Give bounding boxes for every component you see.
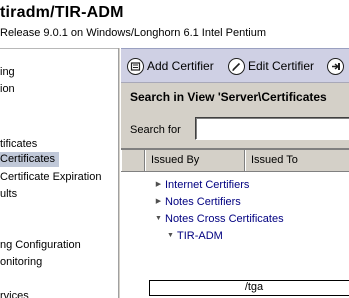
nav-item-2[interactable]: ion (0, 82, 19, 97)
tree-row-tir-adm[interactable]: ▼ TIR-ADM (165, 228, 223, 244)
tree-row-notes-cross-certificates[interactable]: ▼ Notes Cross Certificates (153, 211, 284, 227)
column-header-row: Issued By Issued To (121, 150, 349, 172)
arrow-right-icon (327, 57, 344, 75)
tree-row-notes-certifiers[interactable]: ▶ Notes Certifiers (153, 194, 241, 210)
main-panel: Add Certifier Edit Certifier Search in V… (121, 48, 349, 298)
search-input[interactable] (195, 117, 349, 140)
nav-item-8[interactable]: onitoring (0, 255, 46, 270)
edit-certifier-button[interactable]: Edit Certifier (228, 55, 314, 77)
tree-row-label: Internet Certifiers (165, 179, 250, 191)
navigation-panel: ing ion tificates Certificates Certifica… (0, 48, 118, 298)
search-row: Search for (121, 112, 349, 148)
view-header: Search in View 'Server\Certificates (121, 84, 349, 112)
column-header-spacer (121, 150, 145, 171)
add-certifier-button[interactable]: Add Certifier (127, 55, 214, 77)
collapse-arrow-icon[interactable]: ▼ (165, 228, 176, 244)
add-certifier-icon (127, 57, 144, 75)
edit-pencil-icon (228, 57, 245, 75)
search-label: Search for (130, 124, 181, 136)
tree-row-internet-certifiers[interactable]: ▶ Internet Certifiers (153, 177, 250, 193)
action-toolbar: Add Certifier Edit Certifier (121, 48, 349, 83)
tree-row-label: TIR-ADM (177, 230, 223, 242)
column-header-issued-by[interactable]: Issued By (145, 150, 245, 171)
window-title-bar: tiradm/TIR-ADM Release 9.0.1 on Windows/… (0, 0, 349, 48)
window-subtitle: Release 9.0.1 on Windows/Longhorn 6.1 In… (0, 27, 266, 39)
add-certifier-label: Add Certifier (147, 59, 214, 73)
edit-certifier-label: Edit Certifier (248, 59, 315, 73)
status-box: /tga (149, 280, 349, 296)
nav-item-7[interactable]: ng Configuration (0, 238, 85, 253)
nav-item-1[interactable]: ing (0, 65, 19, 80)
expand-arrow-icon[interactable]: ▶ (153, 194, 164, 210)
nav-item-9[interactable]: rvices (0, 289, 33, 298)
nav-item-certificate-expiration[interactable]: Certificate Expiration (0, 170, 106, 185)
view-title: Search in View 'Server\Certificates (130, 90, 327, 104)
expand-arrow-icon[interactable]: ▶ (153, 177, 164, 193)
column-header-issued-to[interactable]: Issued To (245, 150, 349, 171)
nav-item-6[interactable]: ults (0, 187, 21, 202)
nav-item-3[interactable]: tificates (0, 137, 41, 152)
collapse-arrow-icon[interactable]: ▼ (153, 211, 164, 227)
nav-item-certificates[interactable]: Certificates (0, 152, 60, 167)
tree-row-label: Notes Cross Certificates (165, 213, 284, 225)
tree-row-label: Notes Certifiers (165, 196, 241, 208)
window-title: tiradm/TIR-ADM (0, 4, 124, 21)
next-action-button[interactable] (327, 55, 347, 77)
certificates-table: Issued By Issued To ▶ Internet Certifier… (121, 148, 349, 298)
